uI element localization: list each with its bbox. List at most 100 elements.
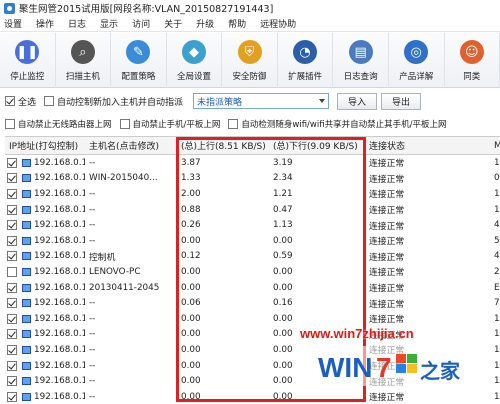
host-control-checkbox[interactable] — [7, 188, 17, 199]
host-control-checkbox[interactable] — [7, 220, 17, 231]
ip-cell: 192.168.0.188 — [5, 313, 85, 324]
download-cell: 0.59 — [273, 251, 293, 262]
detect-wifi-share-checkbox[interactable]: 自动检测随身wifi/wifi共享并自动禁止其手机/平板上网 — [228, 118, 446, 130]
table-row[interactable]: 192.168.0.119-- 3.87 3.19 连接正常 1 — [5, 155, 500, 171]
header-upload[interactable]: (总)上行(8.51 KB/S) — [177, 139, 269, 152]
toolbar-button-7[interactable]: ◎ 产品详解 — [389, 33, 445, 88]
computer-icon — [22, 189, 31, 198]
menu-access[interactable]: 访问 — [132, 17, 150, 30]
table-row[interactable]: 192.168.0.112-- 0.00 0.00 连接正常 1 — [5, 342, 500, 358]
host-control-checkbox[interactable] — [7, 173, 17, 184]
hostname-cell[interactable]: -- — [85, 376, 177, 386]
host-control-checkbox[interactable] — [7, 235, 17, 246]
ip-cell: 192.168.0.106 — [5, 188, 85, 199]
header-m[interactable]: M — [490, 141, 500, 151]
header-ip[interactable]: IP地址(打勾控制) — [5, 139, 85, 152]
checkbox-box[interactable] — [44, 96, 55, 106]
toolbar-button-1[interactable]: ⌕ 扫描主机 — [56, 33, 112, 88]
toolbar-button-3[interactable]: ◆ 全局设置 — [167, 33, 223, 88]
toolbar-button-4[interactable]: ⛨ 安全防御 — [222, 33, 278, 88]
auto-control-new-checkbox[interactable]: 自动控制新加入主机并自动指派 — [44, 95, 183, 108]
table-row[interactable]: 192.168.0.101LENOVO-PC 0.00 0.00 连接正常 2 — [5, 264, 500, 280]
checkbox-box[interactable] — [5, 96, 15, 106]
hostname-cell[interactable]: 20130411-2045 — [85, 283, 177, 293]
host-control-checkbox[interactable] — [7, 313, 17, 324]
host-control-checkbox[interactable] — [7, 157, 17, 168]
hostname-cell[interactable]: 控制机 — [85, 250, 177, 263]
toolbar-button-0[interactable]: ❚❚ 停止监控 — [0, 33, 56, 88]
header-download[interactable]: (总)下行(9.09 KB/S) — [269, 139, 365, 152]
options-row-2: 自动禁止无线路由器上网 自动禁止手机/平板上网 自动检测随身wifi/wifi共… — [0, 114, 500, 134]
hostname-cell[interactable]: -- — [85, 189, 177, 199]
chevron-down-icon[interactable] — [319, 99, 326, 103]
upload-cell: 0.00 — [181, 344, 201, 355]
menu-bar: 设置 操作 日志 显示 访问 关于 升级 帮助 远程协助 — [0, 16, 500, 32]
table-row[interactable]: 192.168.0.13920130411-2045 0.00 0.00 连接正常 E — [5, 280, 500, 296]
block-wireless-router-checkbox[interactable]: 自动禁止无线路由器上网 — [5, 118, 112, 130]
hostname-cell[interactable]: -- — [85, 361, 177, 371]
hostname-cell[interactable]: -- — [85, 329, 177, 339]
host-control-checkbox[interactable] — [7, 282, 17, 293]
host-control-checkbox[interactable] — [7, 376, 17, 387]
toolbar-button-label: 日志查询 — [343, 72, 378, 82]
toolbar-button-5[interactable]: ◔ 扩展插件 — [278, 33, 334, 88]
upload-cell: 2.00 — [181, 188, 201, 199]
checkbox-box[interactable] — [228, 119, 239, 129]
menu-operate[interactable]: 操作 — [36, 17, 54, 30]
menu-settings[interactable]: 设置 — [4, 17, 22, 30]
header-hostname[interactable]: 主机名(点击修改) — [85, 139, 177, 152]
table-row[interactable]: 192.168.0.126-- 0.00 0.00 连接正常 1 — [5, 358, 500, 374]
table-row[interactable]: 192.168.0.129WIN-2015040... 1.33 2.34 连接正常 0 — [5, 171, 500, 187]
host-control-checkbox[interactable] — [7, 298, 17, 309]
download-cell: 0.00 — [273, 360, 293, 371]
table-row[interactable]: 192.168.0.132-- 0.26 1.13 连接正常 4 — [5, 217, 500, 233]
menu-view[interactable]: 显示 — [100, 17, 118, 30]
host-control-checkbox[interactable] — [7, 251, 17, 262]
menu-remote-assist[interactable]: 远程协助 — [260, 17, 296, 30]
table-row[interactable]: 192.168.0.106-- 2.00 1.21 连接正常 1 — [5, 186, 500, 202]
table-row[interactable]: 192.168.0.127-- 0.00 0.00 连接正常 1 — [5, 389, 500, 404]
menu-about[interactable]: 关于 — [164, 17, 182, 30]
table-row[interactable]: 192.168.0.143控制机 0.12 0.59 连接正常 4 — [5, 249, 500, 265]
host-control-checkbox[interactable] — [7, 266, 17, 277]
select-all-checkbox[interactable]: 全选 — [5, 95, 36, 108]
checkbox-box[interactable] — [5, 119, 15, 129]
host-control-checkbox[interactable] — [7, 360, 17, 371]
host-control-checkbox[interactable] — [7, 344, 17, 355]
host-control-checkbox[interactable] — [7, 391, 17, 402]
hostname-cell[interactable]: LENOVO-PC — [85, 267, 177, 277]
hostname-cell[interactable]: -- — [85, 298, 177, 308]
import-button[interactable]: 导入 — [337, 92, 378, 110]
toolbar-button-8[interactable]: ☺ 同类 — [445, 33, 500, 88]
table-row[interactable]: 192.168.0.128-- 0.00 0.00 连接正常 1 — [5, 373, 500, 389]
hostname-cell[interactable]: -- — [85, 220, 177, 230]
host-control-checkbox[interactable] — [7, 204, 17, 215]
menu-help[interactable]: 帮助 — [228, 17, 246, 30]
export-button[interactable]: 导出 — [381, 92, 422, 110]
table-row[interactable]: 192.168.0.148-- 0.00 0.00 连接正常 1 — [5, 327, 500, 343]
table-row[interactable]: 192.168.0.135-- 0.88 0.47 连接正常 1 — [5, 202, 500, 218]
hostname-cell[interactable]: -- — [85, 392, 177, 402]
toolbar-button-6[interactable]: ▤ 日志查询 — [333, 33, 389, 88]
hostname-cell[interactable]: -- — [85, 158, 177, 168]
block-mobile-checkbox[interactable]: 自动禁止手机/平板上网 — [119, 118, 220, 130]
status-cell: 连接正常 — [369, 206, 405, 217]
ip-text: 192.168.0.128 — [34, 235, 85, 246]
hostname-cell[interactable]: -- — [85, 345, 177, 355]
m-cell: E — [494, 282, 500, 293]
table-row[interactable]: 192.168.0.128-- 0.00 0.00 连接正常 5 — [5, 233, 500, 249]
toolbar-button-2[interactable]: ✎ 配置策略 — [111, 33, 167, 88]
table-row[interactable]: 192.168.0.188-- 0.00 0.00 连接正常 1 — [5, 311, 500, 327]
host-control-checkbox[interactable] — [7, 329, 17, 340]
hostname-cell[interactable]: WIN-2015040... — [85, 173, 177, 183]
hostname-cell[interactable]: -- — [85, 205, 177, 215]
header-status[interactable]: 连接状态 — [365, 139, 490, 152]
menu-upgrade[interactable]: 升级 — [196, 17, 214, 30]
policy-select[interactable]: 未指派策略 — [193, 93, 330, 109]
upload-cell: 0.00 — [181, 360, 201, 371]
table-row[interactable]: 192.168.0.133-- 0.06 0.16 连接正常 7 — [5, 295, 500, 311]
menu-log[interactable]: 日志 — [68, 17, 86, 30]
hostname-cell[interactable]: -- — [85, 236, 177, 246]
hostname-cell[interactable]: -- — [85, 314, 177, 324]
checkbox-box[interactable] — [119, 119, 130, 129]
